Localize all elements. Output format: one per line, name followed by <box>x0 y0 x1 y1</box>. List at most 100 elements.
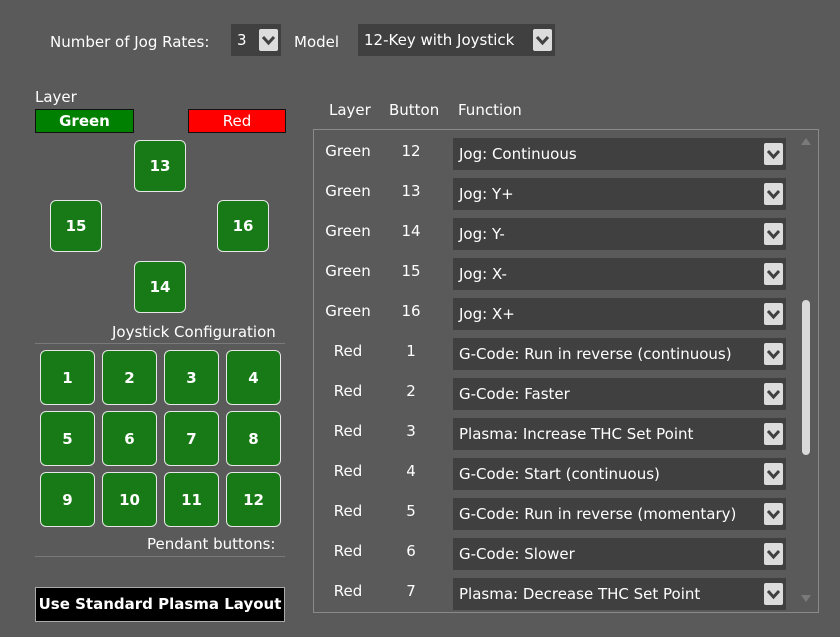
scrollbar-thumb[interactable] <box>802 300 810 455</box>
pendant-key-11[interactable]: 11 <box>164 472 219 527</box>
chevron-down-icon <box>259 29 278 51</box>
use-standard-plasma-layout-button[interactable]: Use Standard Plasma Layout <box>35 587 285 622</box>
row-layer: Green <box>325 262 371 280</box>
pendant-key-6[interactable]: 6 <box>102 411 157 466</box>
chevron-down-icon <box>764 583 783 605</box>
function-select[interactable]: Plasma: Decrease THC Set Point <box>453 578 786 610</box>
column-header-function: Function <box>458 101 522 119</box>
row-layer: Green <box>325 142 371 160</box>
row-button: 6 <box>406 542 416 560</box>
pendant-key-1[interactable]: 1 <box>40 350 95 405</box>
chevron-down-icon <box>764 143 783 165</box>
pendant-key-10[interactable]: 10 <box>102 472 157 527</box>
joystick-down-key[interactable]: 14 <box>134 261 186 313</box>
function-value: Jog: Y- <box>459 225 505 243</box>
red-layer-button[interactable]: Red <box>188 109 286 133</box>
function-table[interactable]: Green 12 Jog: Continuous Green 13 Jog: Y… <box>313 129 819 613</box>
joystick-up-key[interactable]: 13 <box>134 140 186 192</box>
table-row: Green 13 Jog: Y+ <box>314 174 794 214</box>
divider <box>35 343 285 344</box>
chevron-down-icon <box>764 343 783 365</box>
table-row: Red 2 G-Code: Faster <box>314 374 794 414</box>
function-select[interactable]: Plasma: Increase THC Set Point <box>453 418 786 450</box>
jog-rates-select[interactable]: 3 <box>231 24 281 56</box>
table-row: Red 5 G-Code: Run in reverse (momentary) <box>314 494 794 534</box>
function-value: Plasma: Increase THC Set Point <box>459 425 694 443</box>
table-row: Red 1 G-Code: Run in reverse (continuous… <box>314 334 794 374</box>
function-select[interactable]: G-Code: Faster <box>453 378 786 410</box>
function-value: G-Code: Run in reverse (continuous) <box>459 345 732 363</box>
chevron-down-icon <box>764 263 783 285</box>
row-button: 13 <box>401 182 421 200</box>
row-layer: Green <box>325 182 371 200</box>
function-value: Jog: X+ <box>459 305 515 323</box>
column-header-button: Button <box>389 101 440 119</box>
scroll-up-arrow-icon[interactable] <box>800 136 812 146</box>
pendant-key-5[interactable]: 5 <box>40 411 95 466</box>
chevron-down-icon <box>764 463 783 485</box>
joystick-left-key[interactable]: 15 <box>50 200 102 252</box>
model-select[interactable]: 12-Key with Joystick <box>358 24 555 56</box>
divider <box>35 556 285 557</box>
pendant-key-3[interactable]: 3 <box>164 350 219 405</box>
function-select[interactable]: Jog: Continuous <box>453 138 786 170</box>
function-value: G-Code: Run in reverse (momentary) <box>459 505 737 523</box>
table-row: Red 3 Plasma: Increase THC Set Point <box>314 414 794 454</box>
table-row: Green 12 Jog: Continuous <box>314 134 794 174</box>
chevron-down-icon <box>764 383 783 405</box>
function-value: Plasma: Decrease THC Set Point <box>459 585 701 603</box>
row-button: 14 <box>401 222 421 240</box>
row-layer: Red <box>333 582 363 600</box>
function-select[interactable]: G-Code: Start (continuous) <box>453 458 786 490</box>
column-header-layer: Layer <box>329 101 371 119</box>
function-select[interactable]: G-Code: Run in reverse (continuous) <box>453 338 786 370</box>
row-button: 15 <box>401 262 421 280</box>
function-select[interactable]: G-Code: Run in reverse (momentary) <box>453 498 786 530</box>
table-row: Green 14 Jog: Y- <box>314 214 794 254</box>
jog-rates-value: 3 <box>237 31 247 49</box>
function-select[interactable]: Jog: X+ <box>453 298 786 330</box>
jog-rates-label: Number of Jog Rates: <box>50 33 210 51</box>
row-button: 12 <box>401 142 421 160</box>
row-layer: Green <box>325 302 371 320</box>
table-row: Red 7 Plasma: Decrease THC Set Point <box>314 574 794 612</box>
chevron-down-icon <box>533 29 552 51</box>
row-button: 7 <box>406 582 416 600</box>
pendant-key-12[interactable]: 12 <box>226 472 281 527</box>
scrollbar[interactable] <box>794 130 818 612</box>
chevron-down-icon <box>764 223 783 245</box>
row-button: 1 <box>406 342 416 360</box>
pendant-key-8[interactable]: 8 <box>226 411 281 466</box>
function-value: Jog: X- <box>459 265 507 283</box>
table-row: Green 16 Jog: X+ <box>314 294 794 334</box>
row-layer: Red <box>333 502 363 520</box>
function-select[interactable]: Jog: Y+ <box>453 178 786 210</box>
table-row: Red 4 G-Code: Start (continuous) <box>314 454 794 494</box>
model-label: Model <box>294 33 340 51</box>
row-button: 5 <box>406 502 416 520</box>
scroll-down-arrow-icon[interactable] <box>800 594 812 604</box>
row-button: 3 <box>406 422 416 440</box>
pendant-key-9[interactable]: 9 <box>40 472 95 527</box>
pendant-key-2[interactable]: 2 <box>102 350 157 405</box>
pendant-key-7[interactable]: 7 <box>164 411 219 466</box>
model-value: 12-Key with Joystick <box>364 31 515 49</box>
function-select[interactable]: Jog: X- <box>453 258 786 290</box>
chevron-down-icon <box>764 423 783 445</box>
function-select[interactable]: Jog: Y- <box>453 218 786 250</box>
function-value: Jog: Y+ <box>459 185 514 203</box>
pendant-key-4[interactable]: 4 <box>226 350 281 405</box>
table-row: Red 6 G-Code: Slower <box>314 534 794 574</box>
green-layer-button[interactable]: Green <box>35 109 134 133</box>
row-button: 2 <box>406 382 416 400</box>
function-value: G-Code: Faster <box>459 385 570 403</box>
function-select[interactable]: G-Code: Slower <box>453 538 786 570</box>
row-layer: Red <box>333 422 363 440</box>
joystick-right-key[interactable]: 16 <box>217 200 269 252</box>
row-layer: Red <box>333 382 363 400</box>
chevron-down-icon <box>764 543 783 565</box>
row-button: 16 <box>401 302 421 320</box>
function-value: G-Code: Start (continuous) <box>459 465 660 483</box>
row-layer: Red <box>333 542 363 560</box>
chevron-down-icon <box>764 183 783 205</box>
